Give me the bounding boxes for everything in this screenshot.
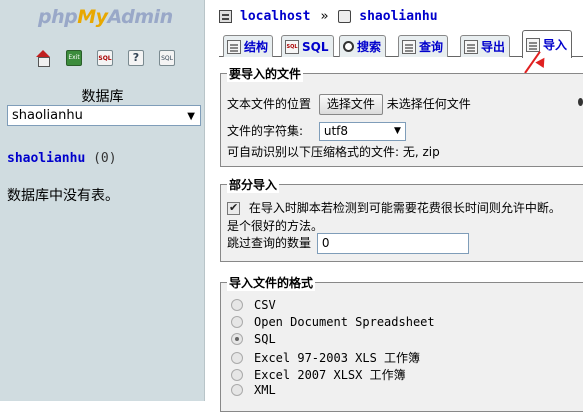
- tab-structure[interactable]: 结构: [223, 35, 274, 57]
- no-file-selected-text: 未选择任何文件: [386, 97, 471, 111]
- file-location-label: 文本文件的位置: [227, 97, 312, 111]
- structure-icon: [227, 39, 241, 54]
- offscreen-element-fragment: [578, 98, 583, 106]
- format-option-ods[interactable]: Open Document Spreadsheet: [231, 315, 435, 329]
- sql-icon: [285, 39, 299, 54]
- search-icon: [343, 41, 354, 52]
- format-option-xml[interactable]: XML: [231, 383, 276, 397]
- format-radio[interactable]: [231, 368, 243, 381]
- tab-export[interactable]: 导出: [460, 35, 511, 57]
- charset-label: 文件的字符集:: [227, 124, 304, 138]
- compression-note: 可自动识别以下压缩格式的文件: 无, zip: [227, 145, 440, 159]
- tab-sql[interactable]: SQL: [281, 35, 334, 57]
- tab-bar: 结构 SQL 搜索 查询 导出 导入: [219, 30, 583, 58]
- format-radio[interactable]: [231, 299, 243, 311]
- breadcrumb-server[interactable]: localhost: [240, 9, 310, 24]
- import-icon: [526, 37, 540, 52]
- database-label: 数据库: [81, 89, 124, 105]
- format-option-xlsx[interactable]: Excel 2007 XLSX 工作簿: [231, 366, 406, 383]
- format-option-csv[interactable]: CSV: [231, 298, 276, 312]
- nav-icon-row: [35, 50, 175, 67]
- database-select[interactable]: shaolianhu ▼: [7, 105, 201, 126]
- database-link[interactable]: shaolianhu (0): [7, 151, 117, 166]
- tab-search[interactable]: 搜索: [339, 35, 387, 57]
- format-option-xls[interactable]: Excel 97-2003 XLS 工作簿: [231, 349, 420, 366]
- breadcrumb-separator: »: [320, 8, 329, 24]
- skip-queries-input[interactable]: 0: [316, 233, 469, 254]
- section-legend: 导入文件的格式: [227, 274, 316, 291]
- skip-queries-label: 跳过查询的数量: [227, 236, 312, 250]
- sql-docs-icon[interactable]: [159, 50, 175, 66]
- query-icon: [402, 39, 416, 54]
- breadcrumb: localhost » shaolianhu: [219, 6, 438, 26]
- file-to-import-section: 要导入的文件 文本文件的位置 选择文件 未选择任何文件 文件的字符集: utf8…: [220, 65, 583, 167]
- no-tables-message: 数据库中没有表。: [7, 188, 119, 204]
- sql-query-icon[interactable]: [97, 50, 113, 66]
- allow-interrupt-label: 在导入时脚本若检测到可能需要花费很长时间则允许中断。: [248, 201, 561, 215]
- allow-interrupt-label-cont: 是个很好的方法。: [227, 219, 324, 233]
- format-radio[interactable]: [231, 351, 243, 364]
- tab-query[interactable]: 查询: [398, 35, 449, 57]
- chevron-down-icon: ▼: [393, 126, 401, 136]
- section-legend: 部分导入: [227, 176, 280, 193]
- section-legend: 要导入的文件: [227, 65, 304, 82]
- format-radio[interactable]: [231, 333, 243, 345]
- breadcrumb-database[interactable]: shaolianhu: [359, 9, 437, 24]
- phpmyadmin-logo[interactable]: phpMyAdmin: [38, 6, 173, 28]
- format-radio[interactable]: [231, 316, 243, 328]
- choose-file-button[interactable]: 选择文件: [318, 94, 383, 115]
- allow-interrupt-checkbox[interactable]: [227, 201, 240, 215]
- navigation-panel: phpMyAdmin 数据库 shaolianhu ▼ shaolianhu (…: [0, 0, 205, 401]
- exit-icon[interactable]: [66, 50, 82, 66]
- home-icon[interactable]: [35, 50, 51, 67]
- database-icon: [338, 9, 352, 23]
- format-option-sql[interactable]: SQL: [231, 332, 276, 346]
- partial-import-section: 部分导入 在导入时脚本若检测到可能需要花费很长时间则允许中断。 是个很好的方法。…: [220, 176, 583, 262]
- server-icon: [219, 9, 232, 23]
- export-icon: [464, 39, 478, 54]
- import-format-section: 导入文件的格式 CSV Open Document Spreadsheet SQ…: [220, 274, 583, 412]
- charset-select[interactable]: utf8 ▼: [318, 122, 406, 141]
- format-radio[interactable]: [231, 384, 243, 396]
- tab-import[interactable]: 导入: [522, 30, 573, 58]
- chevron-down-icon: ▼: [187, 111, 195, 122]
- help-icon[interactable]: [128, 50, 144, 66]
